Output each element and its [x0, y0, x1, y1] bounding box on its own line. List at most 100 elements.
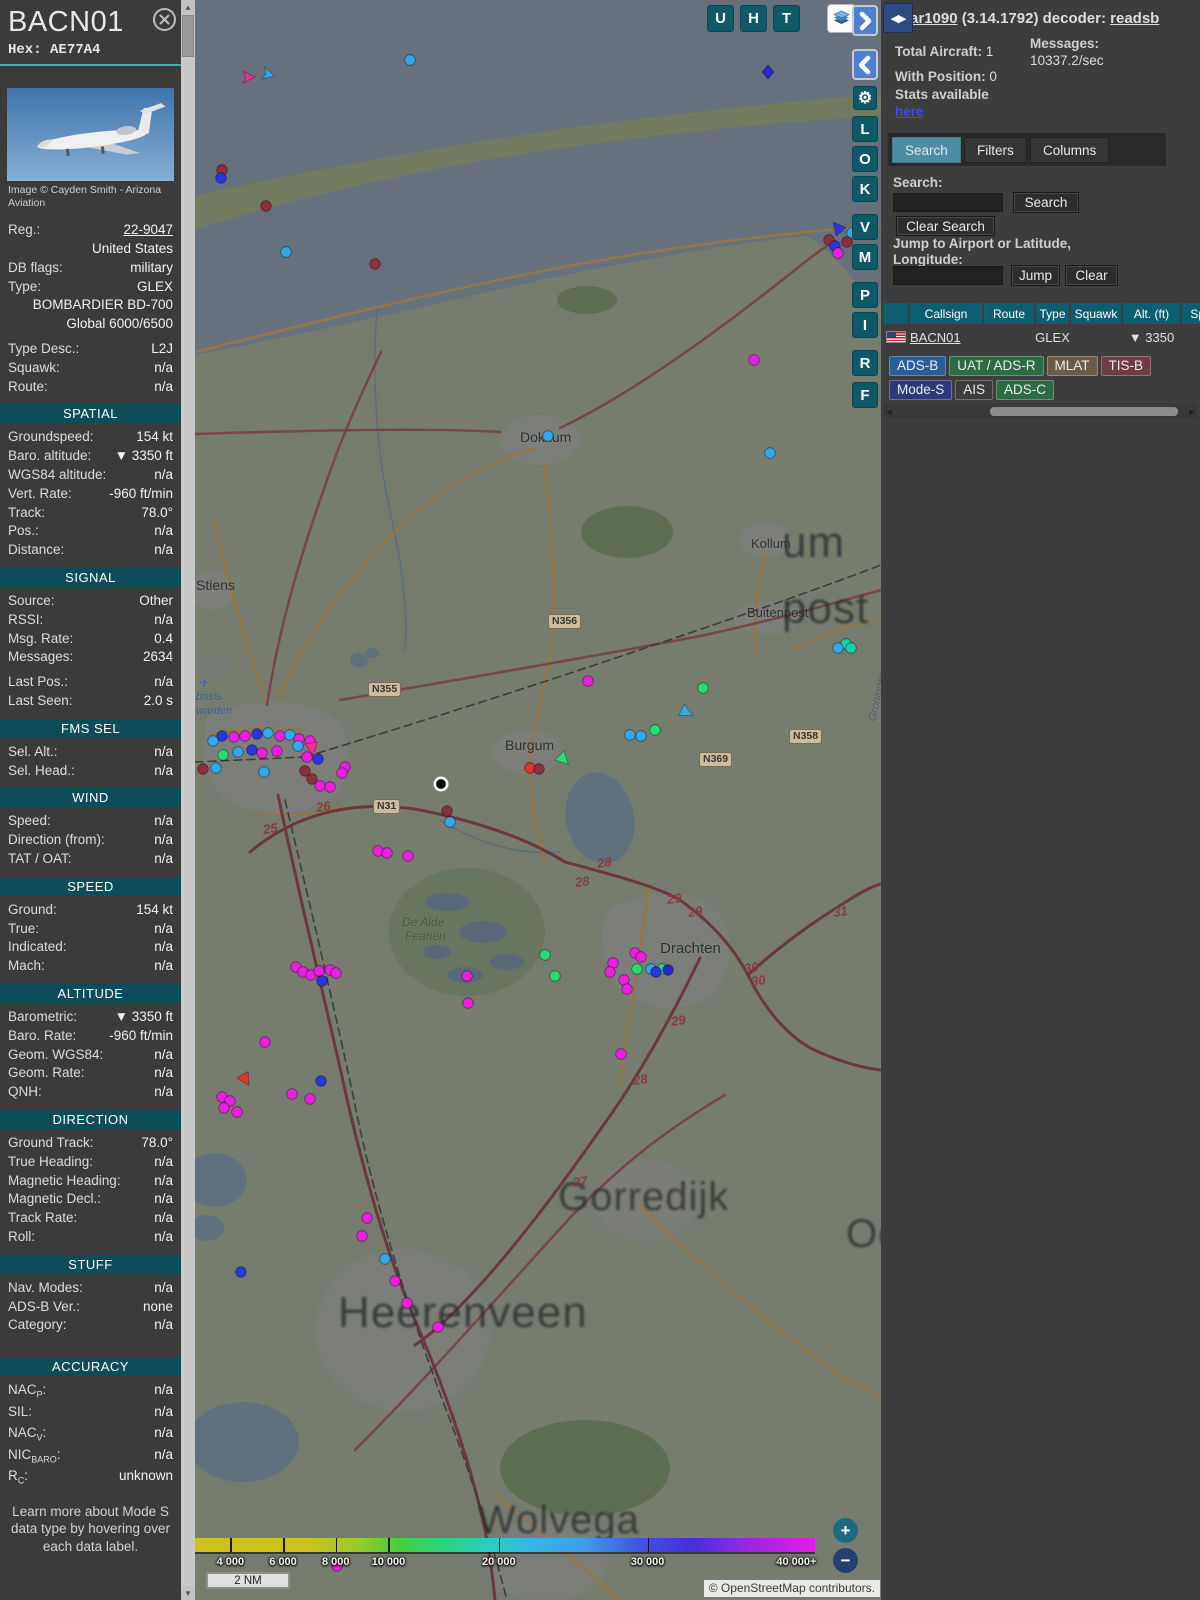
aircraft-marker[interactable] — [381, 847, 393, 859]
clear-search-button[interactable]: Clear Search — [896, 216, 995, 236]
close-icon[interactable] — [152, 7, 177, 32]
aircraft-marker[interactable] — [432, 1321, 444, 1333]
search-button[interactable]: Search — [1013, 192, 1079, 213]
hscroll-thumb[interactable] — [990, 407, 1178, 416]
aircraft-marker[interactable] — [533, 763, 545, 775]
column-header-Alt. (ft)[interactable]: Alt. (ft) — [1123, 303, 1180, 324]
scroll-down-icon[interactable]: ▼ — [181, 1586, 195, 1600]
filter-uat-ads-r[interactable]: UAT / ADS-R — [949, 356, 1044, 376]
aircraft-marker[interactable] — [271, 745, 283, 757]
jump-clear-button[interactable]: Clear — [1065, 265, 1118, 286]
aircraft-marker[interactable] — [649, 724, 661, 736]
search-input[interactable] — [893, 193, 1003, 212]
map[interactable]: StiensDokkumKollumBuitenpostBurgumDracht… — [195, 0, 881, 1600]
aircraft-marker[interactable] — [841, 236, 853, 248]
aircraft-marker[interactable] — [539, 949, 551, 961]
decoder-link[interactable]: readsb — [1110, 10, 1159, 27]
aircraft-marker[interactable] — [389, 1275, 401, 1287]
aircraft-marker[interactable] — [197, 763, 209, 775]
aircraft-marker[interactable] — [286, 1088, 298, 1100]
aircraft-marker[interactable] — [228, 731, 240, 743]
aircraft-marker[interactable] — [402, 850, 414, 862]
aircraft-marker[interactable] — [314, 780, 326, 792]
jump-button[interactable]: Jump — [1011, 265, 1060, 286]
panel-width-toggle-button[interactable]: ◀▶ — [883, 3, 913, 33]
table-cell-callsign[interactable]: BACN01 — [910, 327, 982, 347]
aircraft-marker[interactable] — [235, 1266, 247, 1278]
aircraft-marker[interactable] — [678, 703, 696, 721]
aircraft-marker[interactable] — [260, 66, 277, 82]
aircraft-marker[interactable] — [280, 246, 292, 258]
aircraft-marker[interactable] — [604, 966, 616, 978]
collapse-sidebar-button[interactable] — [852, 49, 878, 80]
aircraft-marker[interactable] — [258, 766, 270, 778]
filter-mlat[interactable]: MLAT — [1046, 356, 1098, 376]
column-header-Type[interactable]: Type — [1036, 303, 1069, 324]
aircraft-marker[interactable] — [312, 753, 324, 765]
aircraft-marker[interactable] — [444, 816, 456, 828]
table-cell-spd[interactable] — [1182, 327, 1200, 347]
aircraft-marker[interactable] — [274, 730, 286, 742]
map-button-K[interactable]: K — [852, 176, 878, 202]
aircraft-marker[interactable] — [313, 965, 325, 977]
aircraft-marker[interactable] — [251, 728, 263, 740]
aircraft-marker[interactable] — [210, 762, 222, 774]
map-attribution[interactable]: © OpenStreetMap contributors. — [703, 1580, 880, 1597]
map-button-P[interactable]: P — [852, 282, 878, 308]
filter-ais[interactable]: AIS — [955, 380, 994, 400]
tab-filters[interactable]: Filters — [964, 137, 1027, 163]
aircraft-marker[interactable] — [232, 746, 244, 758]
zoom-out-button[interactable]: − — [833, 1548, 858, 1573]
aircraft-marker[interactable] — [761, 64, 775, 80]
aircraft-marker[interactable] — [832, 247, 844, 259]
aircraft-marker[interactable] — [828, 218, 847, 237]
filter-mode-s[interactable]: Mode-S — [889, 380, 953, 400]
selected-aircraft-marker[interactable] — [433, 776, 449, 792]
scroll-up-icon[interactable]: ▲ — [181, 0, 195, 14]
tab-columns[interactable]: Columns — [1030, 137, 1110, 163]
aircraft-marker[interactable] — [621, 983, 633, 995]
table-cell-alt. (ft)[interactable]: ▼ 3350 — [1123, 327, 1180, 347]
aircraft-marker[interactable] — [330, 967, 342, 979]
expand-panel-button[interactable] — [852, 5, 878, 36]
aircraft-marker[interactable] — [324, 781, 336, 793]
aircraft-marker[interactable] — [218, 1102, 230, 1114]
aircraft-marker[interactable] — [764, 447, 776, 459]
aircraft-marker[interactable] — [631, 963, 643, 975]
aircraft-marker[interactable] — [301, 751, 313, 763]
aircraft-marker[interactable] — [662, 964, 674, 976]
map-button-L[interactable]: L — [852, 116, 878, 142]
table-cell-route[interactable] — [984, 327, 1034, 347]
aircraft-marker[interactable] — [697, 682, 709, 694]
settings-button[interactable]: ⚙ — [853, 86, 877, 110]
aircraft-marker[interactable] — [650, 966, 662, 978]
filter-ads-b[interactable]: ADS-B — [889, 356, 947, 376]
aircraft-marker[interactable] — [404, 54, 416, 66]
map-button-M[interactable]: M — [852, 244, 878, 270]
aircraft-marker[interactable] — [549, 970, 561, 982]
map-button-T[interactable]: T — [773, 5, 800, 32]
stats-here-link[interactable]: here — [895, 104, 924, 119]
aircraft-marker[interactable] — [542, 430, 554, 442]
table-cell-squawk[interactable] — [1071, 327, 1121, 347]
column-header-flag[interactable] — [884, 303, 908, 324]
aircraft-marker[interactable] — [292, 740, 304, 752]
aircraft-marker[interactable] — [231, 1106, 243, 1118]
map-button-R[interactable]: R — [852, 350, 878, 376]
column-header-Callsign[interactable]: Callsign — [910, 303, 982, 324]
aircraft-marker[interactable] — [748, 354, 760, 366]
filter-tis-b[interactable]: TIS-B — [1100, 356, 1152, 376]
aircraft-marker[interactable] — [379, 1253, 391, 1265]
aircraft-photo[interactable] — [7, 88, 174, 181]
aircraft-marker[interactable] — [832, 642, 844, 654]
info-value[interactable]: 22-9047 — [123, 222, 173, 237]
map-button-V[interactable]: V — [852, 214, 878, 240]
aircraft-marker[interactable] — [582, 675, 594, 687]
aircraft-marker[interactable] — [242, 70, 256, 84]
table-horizontal-scrollbar[interactable]: ◄ ► — [884, 405, 1197, 418]
aircraft-marker[interactable] — [315, 1075, 327, 1087]
jump-input[interactable] — [893, 266, 1003, 285]
scroll-right-icon[interactable]: ► — [1187, 405, 1197, 418]
sidebar-scrollbar[interactable]: ▲ ▼ — [181, 0, 195, 1600]
aircraft-marker[interactable] — [259, 1036, 271, 1048]
